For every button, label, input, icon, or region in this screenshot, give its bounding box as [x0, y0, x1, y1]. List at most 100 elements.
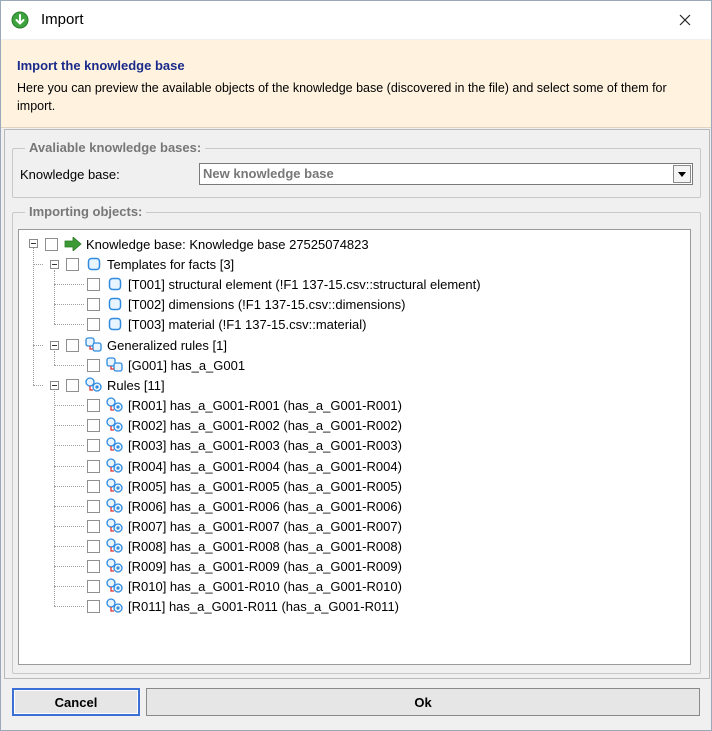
tree-checkbox-rule[interactable] — [87, 519, 100, 533]
tree-checkbox-templates[interactable] — [66, 257, 79, 271]
tree-node-rule-r009[interactable]: [R009] has_a_G001-R009 (has_a_G001-R009) — [87, 556, 402, 576]
rule-icon — [106, 538, 124, 554]
arrow-right-icon — [64, 236, 82, 252]
tree-checkbox-rule[interactable] — [87, 599, 100, 613]
tree-expander-generalized[interactable] — [50, 341, 59, 350]
tree-checkbox-rule[interactable] — [87, 499, 100, 513]
knowledge-base-select[interactable]: New knowledge base — [199, 163, 693, 185]
title-bar: Import — [1, 1, 711, 39]
knowledge-base-select-value: New knowledge base — [203, 166, 334, 181]
tree-label-generalized-g001: [G001] has_a_G001 — [128, 357, 246, 373]
import-dialog: Import Import the knowledge base Here yo… — [0, 0, 712, 731]
tree-label-rules: Rules [11] — [107, 377, 165, 393]
rule-icon — [106, 478, 124, 494]
tree-label-rule: [R002] has_a_G001-R002 (has_a_G001-R002) — [128, 417, 402, 433]
tree-node-template-t002[interactable]: [T002] dimensions (!F1 137-15.csv::dimen… — [87, 294, 405, 314]
tree-expander-root[interactable] — [29, 239, 38, 248]
rule-icon — [106, 437, 124, 453]
dialog-footer: Cancel Ok — [1, 680, 711, 730]
rule-icon — [106, 598, 124, 614]
tree-checkbox-rule[interactable] — [87, 559, 100, 573]
tree-node-generalized-g001[interactable]: [G001] has_a_G001 — [87, 355, 245, 375]
tree-node-rule-r002[interactable]: [R002] has_a_G001-R002 (has_a_G001-R002) — [87, 415, 402, 435]
content-panel: Avaliable knowledge bases: Knowledge bas… — [4, 129, 710, 679]
header-title: Import the knowledge base — [17, 58, 185, 73]
generalized-rule-icon — [106, 357, 124, 373]
tree-label-root: Knowledge base: Knowledge base 275250748… — [86, 236, 369, 252]
tree-checkbox-generalized[interactable] — [66, 338, 79, 352]
tree-label-template-t001: [T001] structural element (!F1 137-15.cs… — [128, 276, 481, 292]
template-icon — [106, 296, 124, 312]
tree-expander-templates[interactable] — [50, 260, 59, 269]
tree-node-root[interactable]: Knowledge base: Knowledge base 275250748… — [45, 234, 369, 254]
tree-checkbox-rule[interactable] — [87, 459, 100, 473]
tree-checkbox-template-t001[interactable] — [87, 277, 100, 291]
tree-checkbox-template-t002[interactable] — [87, 297, 100, 311]
close-button[interactable] — [671, 7, 699, 33]
tree-checkbox-rule[interactable] — [87, 398, 100, 412]
tree-checkbox-rule[interactable] — [87, 418, 100, 432]
rule-icon — [85, 377, 103, 393]
tree-label-rule: [R001] has_a_G001-R001 (has_a_G001-R001) — [128, 397, 402, 413]
tree-label-rule: [R007] has_a_G001-R007 (has_a_G001-R007) — [128, 518, 402, 534]
objects-tree[interactable]: Knowledge base: Knowledge base 275250748… — [18, 229, 691, 665]
tree-label-rule: [R005] has_a_G001-R005 (has_a_G001-R005) — [128, 478, 402, 494]
ok-button[interactable]: Ok — [146, 688, 700, 716]
tree-label-generalized: Generalized rules [1] — [107, 337, 227, 353]
tree-node-rule-r011[interactable]: [R011] has_a_G001-R011 (has_a_G001-R011) — [87, 596, 399, 616]
tree-checkbox-rule[interactable] — [87, 539, 100, 553]
template-icon — [85, 256, 103, 272]
tree-label-rule: [R008] has_a_G001-R008 (has_a_G001-R008) — [128, 538, 402, 554]
tree-node-rule-r007[interactable]: [R007] has_a_G001-R007 (has_a_G001-R007) — [87, 516, 402, 536]
tree-label-rule: [R009] has_a_G001-R009 (has_a_G001-R009) — [128, 558, 402, 574]
template-icon — [106, 276, 124, 292]
window-title: Import — [41, 11, 84, 28]
knowledge-base-label: Knowledge base: — [20, 167, 120, 182]
tree-checkbox-rule[interactable] — [87, 479, 100, 493]
tree-label-rule: [R004] has_a_G001-R004 (has_a_G001-R004) — [128, 458, 402, 474]
importing-objects-group-label: Importing objects: — [25, 204, 147, 219]
tree-label-rule: [R003] has_a_G001-R003 (has_a_G001-R003) — [128, 437, 402, 453]
tree-checkbox-rules[interactable] — [66, 378, 79, 392]
tree-checkbox-root[interactable] — [45, 237, 58, 251]
importing-objects-group: Importing objects: Knowledge base: Knowl… — [12, 204, 701, 674]
cancel-button[interactable]: Cancel — [12, 688, 140, 716]
tree-node-rule-r006[interactable]: [R006] has_a_G001-R006 (has_a_G001-R006) — [87, 496, 402, 516]
generalized-rule-icon — [85, 337, 103, 353]
tree-node-rule-r001[interactable]: [R001] has_a_G001-R001 (has_a_G001-R001) — [87, 395, 402, 415]
tree-checkbox-rule[interactable] — [87, 438, 100, 452]
rule-icon — [106, 518, 124, 534]
tree-label-template-t002: [T002] dimensions (!F1 137-15.csv::dimen… — [128, 296, 406, 312]
tree-node-templates[interactable]: Templates for facts [3] — [66, 254, 234, 274]
available-kb-group-label: Avaliable knowledge bases: — [25, 140, 206, 155]
rule-icon — [106, 558, 124, 574]
header-description: Here you can preview the available objec… — [17, 81, 667, 113]
close-icon — [679, 14, 691, 26]
tree-label-rule: [R011] has_a_G001-R011 (has_a_G001-R011) — [128, 598, 400, 614]
tree-node-template-t001[interactable]: [T001] structural element (!F1 137-15.cs… — [87, 274, 481, 294]
tree-node-rule-r003[interactable]: [R003] has_a_G001-R003 (has_a_G001-R003) — [87, 435, 402, 455]
rule-icon — [106, 397, 124, 413]
import-icon — [11, 11, 29, 29]
tree-label-rule: [R010] has_a_G001-R010 (has_a_G001-R010) — [128, 578, 402, 594]
chevron-down-icon[interactable] — [673, 165, 691, 183]
tree-node-generalized[interactable]: Generalized rules [1] — [66, 335, 227, 355]
tree-label-rule: [R006] has_a_G001-R006 (has_a_G001-R006) — [128, 498, 402, 514]
tree-node-rule-r010[interactable]: [R010] has_a_G001-R010 (has_a_G001-R010) — [87, 576, 402, 596]
tree-checkbox-generalized-g001[interactable] — [87, 358, 100, 372]
tree-node-rule-r008[interactable]: [R008] has_a_G001-R008 (has_a_G001-R008) — [87, 536, 402, 556]
tree-expander-rules[interactable] — [50, 381, 59, 390]
available-kb-group: Avaliable knowledge bases: Knowledge bas… — [12, 140, 701, 198]
tree-checkbox-rule[interactable] — [87, 579, 100, 593]
tree-label-template-t003: [T003] material (!F1 137-15.csv::materia… — [128, 316, 367, 332]
tree-node-rule-r004[interactable]: [R004] has_a_G001-R004 (has_a_G001-R004) — [87, 456, 402, 476]
tree-checkbox-template-t003[interactable] — [87, 317, 100, 331]
rule-icon — [106, 498, 124, 514]
tree-label-templates: Templates for facts [3] — [107, 256, 235, 272]
tree-node-rules[interactable]: Rules [11] — [66, 375, 165, 395]
info-header: Import the knowledge base Here you can p… — [1, 40, 711, 128]
rule-icon — [106, 578, 124, 594]
tree-node-rule-r005[interactable]: [R005] has_a_G001-R005 (has_a_G001-R005) — [87, 476, 402, 496]
template-icon — [106, 316, 124, 332]
tree-node-template-t003[interactable]: [T003] material (!F1 137-15.csv::materia… — [87, 314, 366, 334]
